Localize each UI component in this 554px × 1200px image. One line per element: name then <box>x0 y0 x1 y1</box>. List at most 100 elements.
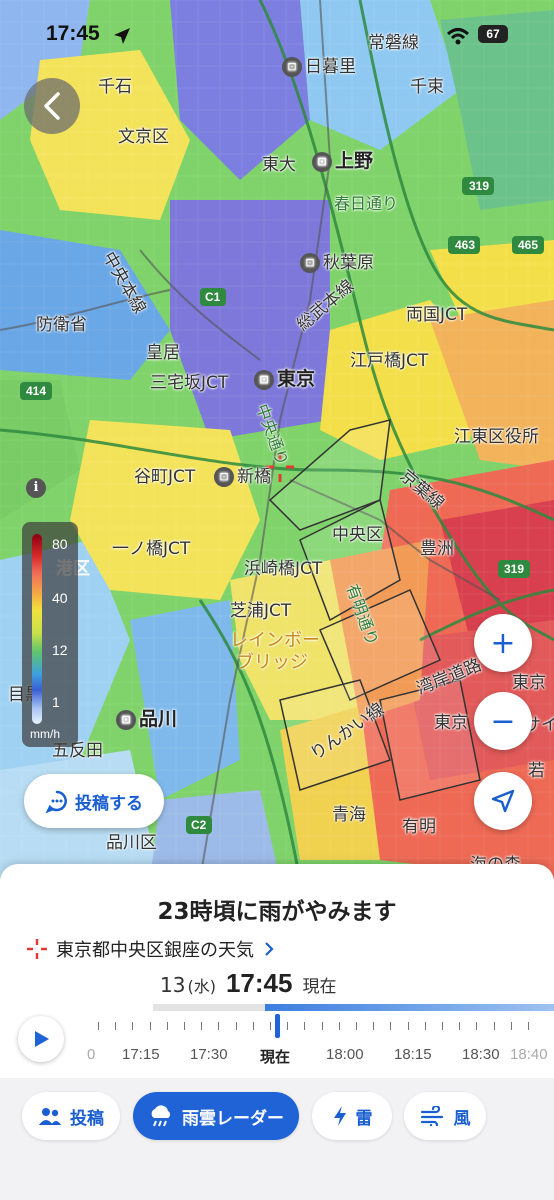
date-day: 13 <box>160 973 186 997</box>
status-time: 17:45 <box>46 22 100 45</box>
wifi-icon <box>446 28 470 45</box>
timeline-label-1800: 18:00 <box>326 1046 364 1063</box>
timeline-label-1715: 17:15 <box>122 1046 160 1063</box>
legend-tick-1: 1 <box>52 694 60 710</box>
nav-post-button[interactable]: 投稿 <box>22 1092 120 1140</box>
legend-tick-80: 80 <box>52 536 68 552</box>
map-label-bunkyo: 文京区 <box>118 127 169 147</box>
map-label-toyosu: 豊洲 <box>420 539 454 559</box>
zoom-in-button[interactable]: + <box>474 614 532 672</box>
nav-lightning-button[interactable]: 雷 <box>312 1092 392 1140</box>
selected-time: 17:45 <box>225 968 293 998</box>
bottom-nav: 投稿 雨雲レーダー 雷 風 <box>0 1078 554 1200</box>
timeline-ticks[interactable] <box>90 1022 550 1034</box>
timeline-tick <box>390 1022 392 1030</box>
road-shield-c2: C2 <box>191 818 207 832</box>
road-shield-463: 463 <box>455 238 475 252</box>
map-label-ryogoku-jct: 両国JCT <box>406 305 468 325</box>
map-label-ichinohashi-jct: 一ノ橋JCT <box>112 539 191 559</box>
location-marker-icon <box>27 939 47 959</box>
play-button[interactable] <box>18 1016 64 1062</box>
time-state-label: 現在 <box>302 977 337 997</box>
timeline-tick <box>235 1022 237 1030</box>
timeline-tick <box>201 1022 203 1030</box>
map-label-bridge: ブリッジ <box>236 652 308 673</box>
forecast-range-bar <box>265 1004 554 1011</box>
timeline-tick <box>184 1022 185 1030</box>
post-button-label: 投稿する <box>75 793 143 814</box>
map-label-aomi: 青海 <box>332 805 366 825</box>
lightning-icon <box>333 1106 346 1126</box>
map-label-kokyo: 皇居 <box>146 343 180 363</box>
map-label-ariake: 有明 <box>402 817 436 837</box>
nav-wind-button[interactable]: 風 <box>404 1092 486 1140</box>
road-shield-319b: 319 <box>504 562 524 576</box>
map-label-tokyo-big-sight: 東京 <box>434 713 468 733</box>
status-bar: 17:45 67 <box>0 0 554 70</box>
rain-cloud-icon <box>151 1105 171 1127</box>
map-label-sengoku: 千石 <box>98 77 132 97</box>
timeline-label-1840: 18:40 <box>510 1046 548 1063</box>
timeline-cursor[interactable] <box>275 1014 280 1038</box>
timeline-label-0: 0 <box>87 1046 96 1063</box>
timeline-tick <box>115 1022 117 1030</box>
timeline-tick <box>528 1022 529 1030</box>
map-label-shimbashi: ⊡ 新橋 <box>214 462 271 487</box>
map-label-chuo-ward: 中央区 <box>332 525 383 545</box>
timeline-tick <box>287 1022 289 1030</box>
map-label-waka: 若 <box>528 761 545 781</box>
rain-forecast-headline: 23時頃に雨がやみます <box>157 899 397 925</box>
legend-tick-12: 12 <box>52 642 68 658</box>
location-weather-link[interactable]: 東京都中央区銀座の天気 <box>26 936 276 962</box>
chevron-right-icon <box>265 942 274 956</box>
chevron-left-icon <box>44 92 60 120</box>
timeline-tick <box>442 1022 443 1030</box>
map-label-todai: 東大 <box>262 155 296 175</box>
road-shield-319: 319 <box>469 179 489 193</box>
map-label-boeisho: 防衛省 <box>36 315 87 335</box>
rain-radar-map[interactable]: 319 463 465 414 C1 C2 319 千石 文京区 ⊡ 日暮里 千束… <box>0 0 554 881</box>
nav-rain-radar-button[interactable]: 雨雲レーダー <box>133 1092 299 1140</box>
current-location-button[interactable] <box>474 772 532 830</box>
back-button[interactable] <box>24 78 80 134</box>
map-label-tokyo-station: ⊡ 東京 <box>254 364 315 391</box>
road-shield-465: 465 <box>518 238 538 252</box>
timeline-tick <box>373 1022 375 1030</box>
map-label-ueno: ⊡ 上野 <box>312 146 373 173</box>
map-label-tokyo-east: 東京 <box>512 673 546 693</box>
play-icon <box>35 1031 49 1047</box>
plus-icon: + <box>490 625 516 661</box>
map-label-shibaura-jct: 芝浦JCT <box>230 601 292 621</box>
nav-rain-radar-label: 雨雲レーダー <box>182 1108 284 1129</box>
nav-post-label: 投稿 <box>70 1108 104 1129</box>
weather-bottom-sheet: 23時頃に雨がやみます 東京都中央区銀座の天気 13 (水) 17:45 現在 … <box>0 864 554 1200</box>
timeline-label-now: 現在 <box>260 1048 291 1066</box>
timeline-tick <box>407 1022 409 1030</box>
current-time-info: 13 (水) 17:45 現在 <box>160 968 336 999</box>
info-icon[interactable]: i <box>26 478 46 498</box>
map-label-edobashi-jct: 江戸橋JCT <box>350 351 429 371</box>
road-shield-414: 414 <box>26 384 46 398</box>
timeline-tick <box>166 1022 168 1030</box>
wind-icon <box>420 1106 443 1126</box>
timeline-tick <box>149 1022 151 1030</box>
timeline-label-1815: 18:15 <box>394 1046 432 1063</box>
legend-color-bar <box>32 534 42 724</box>
map-label-hamazakibashi-jct: 浜崎橋JCT <box>244 559 323 579</box>
zoom-out-button[interactable]: − <box>474 692 532 750</box>
nav-lightning-label: 雷 <box>355 1108 373 1129</box>
train-station-icon: ⊡ <box>312 151 332 172</box>
train-station-icon: ⊡ <box>116 709 136 730</box>
post-button[interactable]: 投稿する <box>24 774 164 828</box>
timeline-tick <box>252 1022 254 1030</box>
map-label-shinagawa-ward: 品川区 <box>106 833 157 853</box>
timeline-tick <box>132 1022 134 1030</box>
map-label-senzoku: 千束 <box>410 77 444 97</box>
location-arrow-icon <box>114 28 130 44</box>
nav-wind-label: 風 <box>453 1108 471 1129</box>
timeline-tick <box>321 1022 323 1030</box>
post-bubble-icon <box>45 790 67 813</box>
navigation-arrow-icon <box>491 789 515 813</box>
legend-unit: mm/h <box>30 727 60 741</box>
road-shield-c1: C1 <box>205 290 221 304</box>
